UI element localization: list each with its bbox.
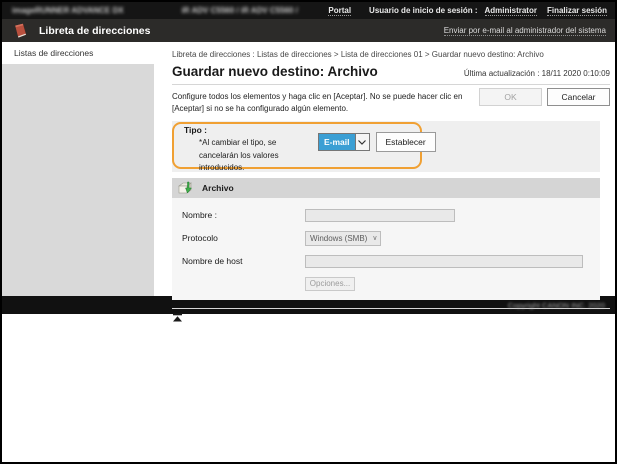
sidebar-item-listas-de-direcciones[interactable]: Listas de direcciones	[2, 42, 154, 64]
breadcrumb: Libreta de direcciones : Listas de direc…	[172, 50, 610, 59]
host-input[interactable]	[305, 255, 583, 268]
device-name-redacted: iR ADV C5560 / iR ADV C5560 /	[182, 6, 298, 15]
type-label: Tipo :	[184, 125, 207, 135]
mail-to-admin-link[interactable]: Enviar por e-mail al administrador del s…	[444, 26, 606, 36]
app-title: Libreta de direcciones	[39, 25, 150, 37]
type-note-line-2: cancelarán los valores	[199, 150, 279, 163]
action-row: Configure todos los elementos y haga cli…	[172, 88, 610, 114]
file-form: Nombre : Protocolo Windows (SMB) ∨ Nombr…	[172, 198, 600, 300]
host-label: Nombre de host	[172, 256, 305, 266]
type-note-line-1: *Al cambiar el tipo, se	[199, 137, 279, 150]
protocol-select-value: Windows (SMB)	[310, 234, 367, 243]
cancel-button[interactable]: Cancelar	[547, 88, 610, 106]
breadcrumb-separator: >	[334, 50, 339, 59]
chevron-down-icon: ∨	[372, 234, 377, 242]
instructions-line-2: [Aceptar] si no se ha configurado algún …	[172, 103, 462, 115]
type-select[interactable]: E-mail	[318, 133, 370, 151]
sidebar: Listas de direcciones	[2, 42, 154, 296]
top-bar: imageRUNNER ADVANCE DX iR ADV C5560 / iR…	[2, 2, 615, 19]
page-buttons: OK Cancelar	[479, 88, 610, 114]
content-pane: Libreta de direcciones : Listas de direc…	[154, 42, 617, 296]
title-row: Guardar nuevo destino: Archivo Última ac…	[172, 64, 610, 79]
type-section: Tipo : *Al cambiar el tipo, se cancelará…	[172, 121, 600, 172]
breadcrumb-link-address-lists[interactable]: Listas de direcciones	[257, 50, 332, 59]
ok-button[interactable]: OK	[479, 88, 542, 106]
login-user-name-link[interactable]: Administrator	[485, 6, 537, 16]
type-controls: E-mail Establecer	[318, 132, 436, 152]
empty-bottom-area	[2, 314, 615, 462]
instructions-text: Configure todos los elementos y haga cli…	[172, 91, 462, 114]
breadcrumb-root: Libreta de direcciones :	[172, 50, 255, 59]
copyright-redacted: Copyright CANON INC. 2020	[508, 301, 605, 310]
top-bar-links: Portal Usuario de inicio de sesión : Adm…	[328, 6, 607, 16]
portal-link[interactable]: Portal	[328, 6, 351, 16]
login-user-label: Usuario de inicio de sesión :	[369, 6, 477, 15]
file-destination-box-icon	[177, 180, 193, 196]
breadcrumb-current: Guardar nuevo destino: Archivo	[432, 50, 544, 59]
scroll-to-top-icon[interactable]	[172, 313, 184, 322]
breadcrumb-link-address-list-01[interactable]: Lista de direcciones 01	[341, 50, 423, 59]
protocol-row: Protocolo Windows (SMB) ∨	[172, 231, 600, 245]
type-select-value: E-mail	[319, 134, 355, 150]
name-input[interactable]	[305, 209, 455, 222]
address-book-icon	[11, 22, 29, 40]
chevron-down-icon	[355, 134, 369, 150]
instructions-line-1: Configure todos los elementos y haga cli…	[172, 91, 462, 103]
options-row: Opciones...	[172, 277, 600, 291]
file-section-header: Archivo	[172, 178, 600, 198]
device-model-redacted: imageRUNNER ADVANCE DX	[12, 6, 124, 15]
file-section-title: Archivo	[202, 183, 234, 193]
logout-link[interactable]: Finalizar sesión	[547, 6, 607, 16]
set-button[interactable]: Establecer	[376, 132, 436, 152]
remote-ui-window: imageRUNNER ADVANCE DX iR ADV C5560 / iR…	[0, 0, 617, 464]
options-button[interactable]: Opciones...	[305, 277, 355, 291]
last-updated-text: Última actualización : 18/11 2020 0:10:0…	[464, 69, 610, 78]
type-note-line-3: introducidos.	[199, 162, 279, 175]
protocol-label: Protocolo	[172, 233, 305, 243]
title-divider	[172, 84, 610, 85]
name-row: Nombre :	[172, 208, 600, 222]
app-bar: Libreta de direcciones Enviar por e-mail…	[2, 19, 615, 42]
type-note: *Al cambiar el tipo, se cancelarán los v…	[199, 137, 279, 175]
main-area: Listas de direcciones Libreta de direcci…	[2, 42, 615, 296]
protocol-select[interactable]: Windows (SMB) ∨	[305, 231, 381, 246]
page-title: Guardar nuevo destino: Archivo	[172, 64, 378, 79]
host-row: Nombre de host	[172, 254, 600, 268]
breadcrumb-separator: >	[425, 50, 430, 59]
name-label: Nombre :	[172, 210, 305, 220]
